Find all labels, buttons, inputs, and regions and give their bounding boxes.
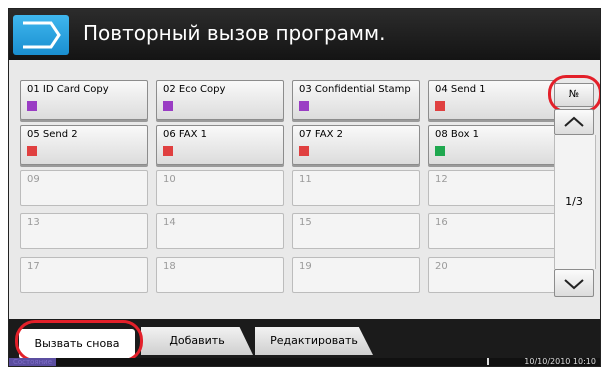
- program-button-19[interactable]: 19: [292, 257, 420, 293]
- program-button-13[interactable]: 13: [20, 213, 148, 249]
- scroll-down-button[interactable]: [554, 269, 594, 297]
- program-button-17[interactable]: 17: [20, 257, 148, 293]
- chevron-up-icon: [564, 116, 584, 127]
- program-button-04[interactable]: 04 Send 1: [428, 80, 556, 120]
- program-label: 19: [299, 261, 312, 272]
- program-button-12[interactable]: 12: [428, 170, 556, 206]
- program-button-05[interactable]: 05 Send 2: [20, 125, 148, 165]
- program-button-01[interactable]: 01 ID Card Copy: [20, 80, 148, 120]
- box-icon: [435, 146, 445, 156]
- program-label: 09: [27, 174, 40, 185]
- program-button-14[interactable]: 14: [156, 213, 284, 249]
- status-button[interactable]: Состояние: [9, 358, 57, 366]
- program-label: 20: [435, 261, 448, 272]
- program-label: 17: [27, 261, 40, 272]
- program-button-02[interactable]: 02 Eco Copy: [156, 80, 284, 120]
- program-button-20[interactable]: 20: [428, 257, 556, 293]
- program-button-11[interactable]: 11: [292, 170, 420, 206]
- chevron-down-icon: [564, 279, 584, 290]
- program-button-15[interactable]: 15: [292, 213, 420, 249]
- program-button-10[interactable]: 10: [156, 170, 284, 206]
- program-label: 14: [163, 217, 176, 228]
- program-label: 08 Box 1: [435, 129, 480, 140]
- program-label: 05 Send 2: [27, 129, 78, 140]
- program-button-03[interactable]: 03 Confidential Stamp: [292, 80, 420, 120]
- page-indicator: 1/3: [565, 195, 583, 208]
- highlight-circle: [15, 320, 143, 362]
- program-label: 03 Confidential Stamp: [299, 84, 411, 95]
- program-button-09[interactable]: 09: [20, 170, 148, 206]
- program-label: 13: [27, 217, 40, 228]
- program-label: 16: [435, 217, 448, 228]
- program-label: 12: [435, 174, 448, 185]
- program-label: 02 Eco Copy: [163, 84, 226, 95]
- program-mode-icon: [13, 15, 69, 55]
- status-marker: [487, 358, 489, 365]
- copy-icon: [299, 101, 309, 111]
- highlight-circle: [548, 75, 600, 113]
- program-label: 11: [299, 174, 312, 185]
- tab-add[interactable]: Добавить: [141, 327, 253, 355]
- page-title: Повторный вызов программ.: [83, 21, 386, 45]
- program-button-06[interactable]: 06 FAX 1: [156, 125, 284, 165]
- send-icon: [27, 146, 37, 156]
- program-button-08[interactable]: 08 Box 1: [428, 125, 556, 165]
- program-recall-screen: Повторный вызов программ. 01 ID Card Cop…: [8, 8, 601, 367]
- program-label: 15: [299, 217, 312, 228]
- program-label: 18: [163, 261, 176, 272]
- copy-icon: [163, 101, 173, 111]
- program-label: 06 FAX 1: [163, 129, 207, 140]
- program-button-16[interactable]: 16: [428, 213, 556, 249]
- program-button-18[interactable]: 18: [156, 257, 284, 293]
- program-label: 01 ID Card Copy: [27, 84, 109, 95]
- program-label: 04 Send 1: [435, 84, 486, 95]
- header-bar: Повторный вызов программ.: [9, 9, 600, 60]
- program-label: 07 FAX 2: [299, 129, 343, 140]
- program-button-07[interactable]: 07 FAX 2: [292, 125, 420, 165]
- status-bar: [9, 358, 600, 366]
- date-time: 10/10/2010 10:10: [524, 357, 596, 366]
- tab-edit[interactable]: Редактировать: [255, 327, 373, 355]
- program-label: 10: [163, 174, 176, 185]
- scroll-up-button[interactable]: [554, 109, 594, 135]
- copy-icon: [27, 101, 37, 111]
- fax-icon: [163, 146, 173, 156]
- send-icon: [435, 101, 445, 111]
- fax-icon: [299, 146, 309, 156]
